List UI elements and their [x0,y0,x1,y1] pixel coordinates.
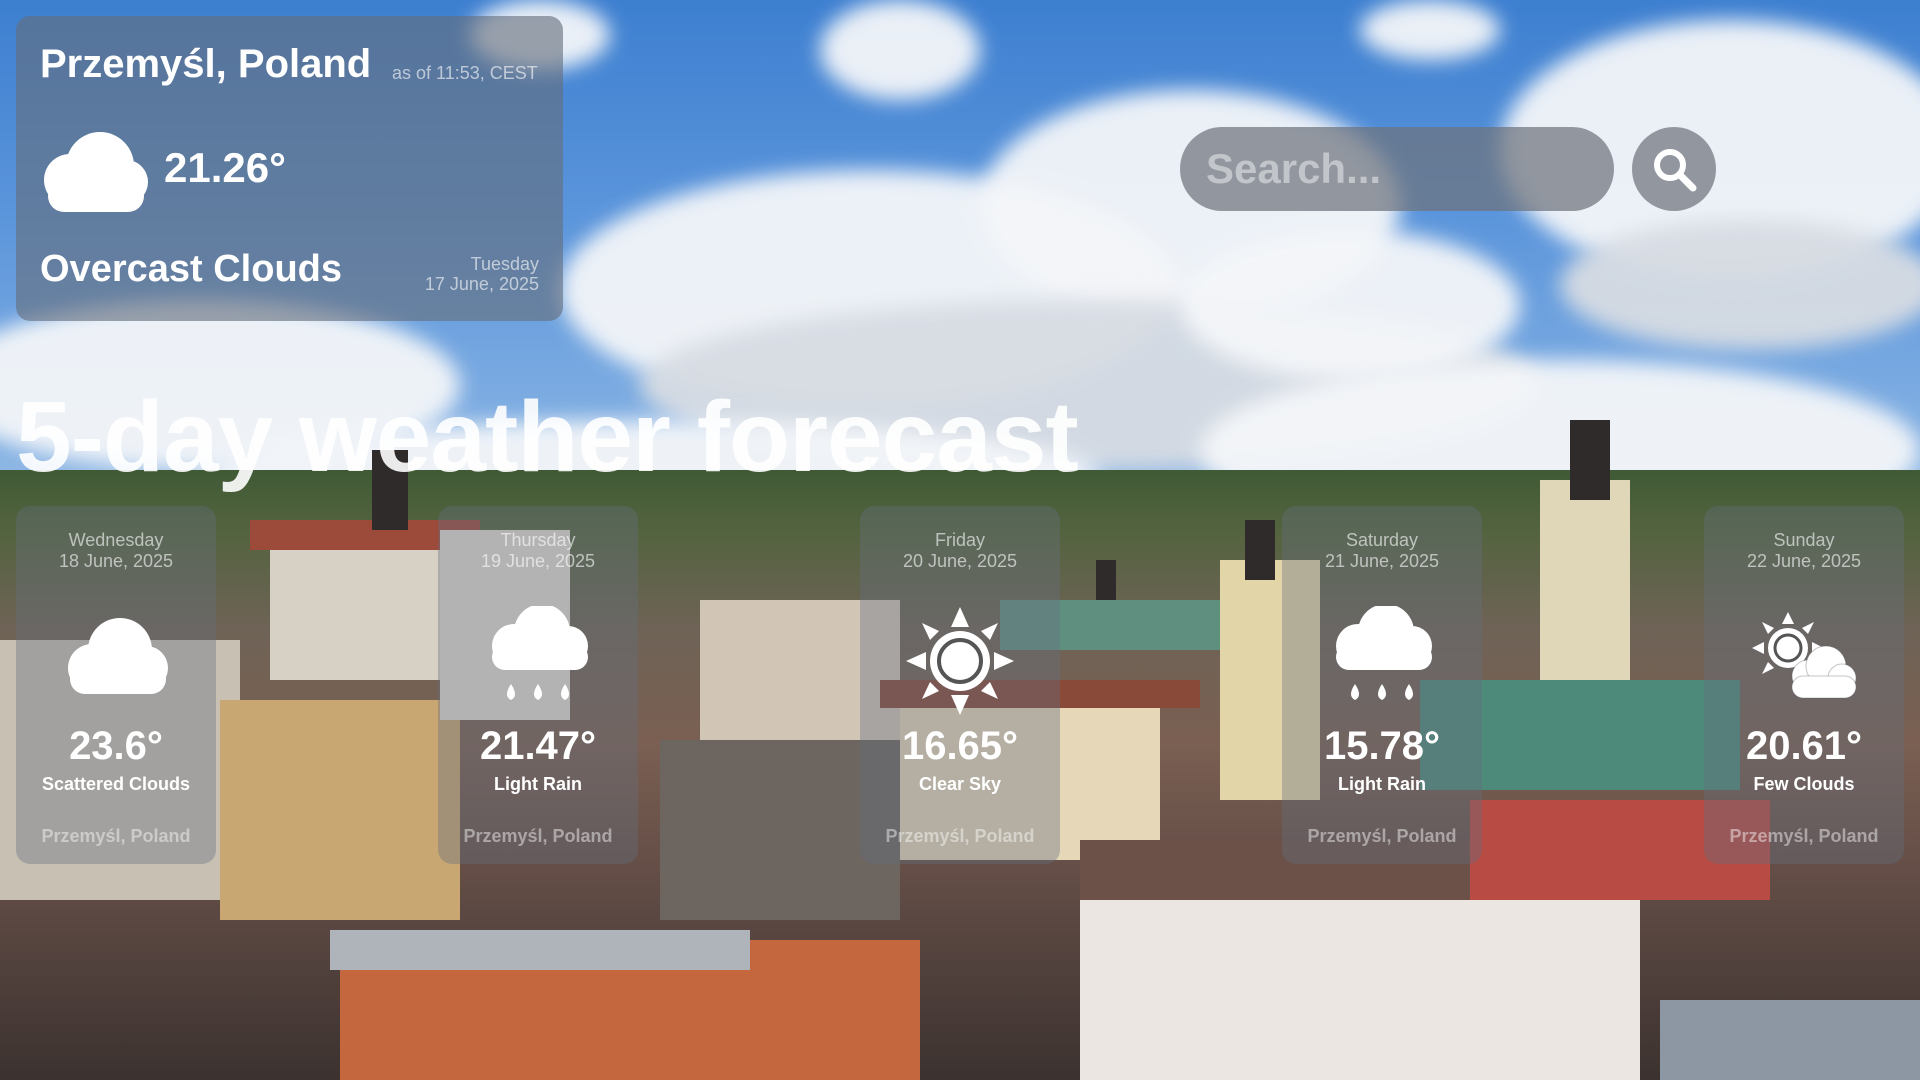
current-description: Overcast Clouds [40,248,342,290]
forecast-date: 18 June, 2025 [58,551,174,571]
current-as-of: as of 11:53, CEST [392,63,538,83]
forecast-location: Przemyśl, Poland [1729,826,1879,846]
current-city: Przemyśl, Poland [40,42,372,86]
forecast-location: Przemyśl, Poland [1307,826,1457,846]
forecast-date: 21 June, 2025 [1324,551,1440,571]
current-weekday: Tuesday [470,254,539,274]
forecast-heading: 5-day weather forecast [16,381,1079,493]
cloud-icon [62,606,170,716]
forecast-temperature: 15.78° [1323,724,1441,768]
forecast-temperature: 16.65° [901,724,1019,768]
forecast-date: 19 June, 2025 [480,551,596,571]
rain-icon [484,604,592,716]
forecast-description: Scattered Clouds [41,774,191,794]
current-date-text: 17 June, 2025 [424,274,539,294]
forecast-card: Friday 20 June, 2025 16.65° Clear Sky Pr… [860,506,1060,864]
rain-icon [1328,604,1436,716]
forecast-card: Thursday 19 June, 2025 21.47° Light Rain… [438,506,638,864]
forecast-weekday: Sunday [1773,530,1835,550]
forecast-card: Sunday 22 June, 2025 20.61° Few Clouds P… [1704,506,1904,864]
forecast-card: Saturday 21 June, 2025 15.78° Light Rain… [1282,506,1482,864]
forecast-card: Wednesday 18 June, 2025 23.6° Scattered … [16,506,216,864]
sun-icon [906,606,1014,716]
forecast-weekday: Friday [934,530,985,550]
search-button[interactable] [1632,127,1716,211]
forecast-description: Light Rain [494,774,582,794]
forecast-location: Przemyśl, Poland [885,826,1035,846]
forecast-date: 20 June, 2025 [902,551,1018,571]
forecast-weekday: Saturday [1345,530,1419,550]
current-weather-card: Przemyśl, Poland as of 11:53, CEST 21.26… [16,16,563,321]
forecast-temperature: 20.61° [1745,724,1863,768]
forecast-weekday: Thursday [500,530,576,550]
forecast-temperature: 21.47° [479,724,597,768]
forecast-weekday: Wednesday [68,530,164,550]
search-icon [1654,149,1697,192]
cloud-icon [38,128,150,212]
current-temperature: 21.26° [164,144,286,191]
forecast-description: Light Rain [1338,774,1426,794]
forecast-location: Przemyśl, Poland [41,826,191,846]
forecast-description: Few Clouds [1753,774,1855,794]
forecast-description: Clear Sky [918,774,1002,794]
sun-cloud-icon [1750,606,1858,716]
current-date: Tuesday 17 June, 2025 [425,254,539,294]
forecast-temperature: 23.6° [69,724,163,768]
forecast-date: 22 June, 2025 [1746,551,1862,571]
search-input[interactable]: Search... [1180,127,1614,211]
forecast-location: Przemyśl, Poland [463,826,613,846]
